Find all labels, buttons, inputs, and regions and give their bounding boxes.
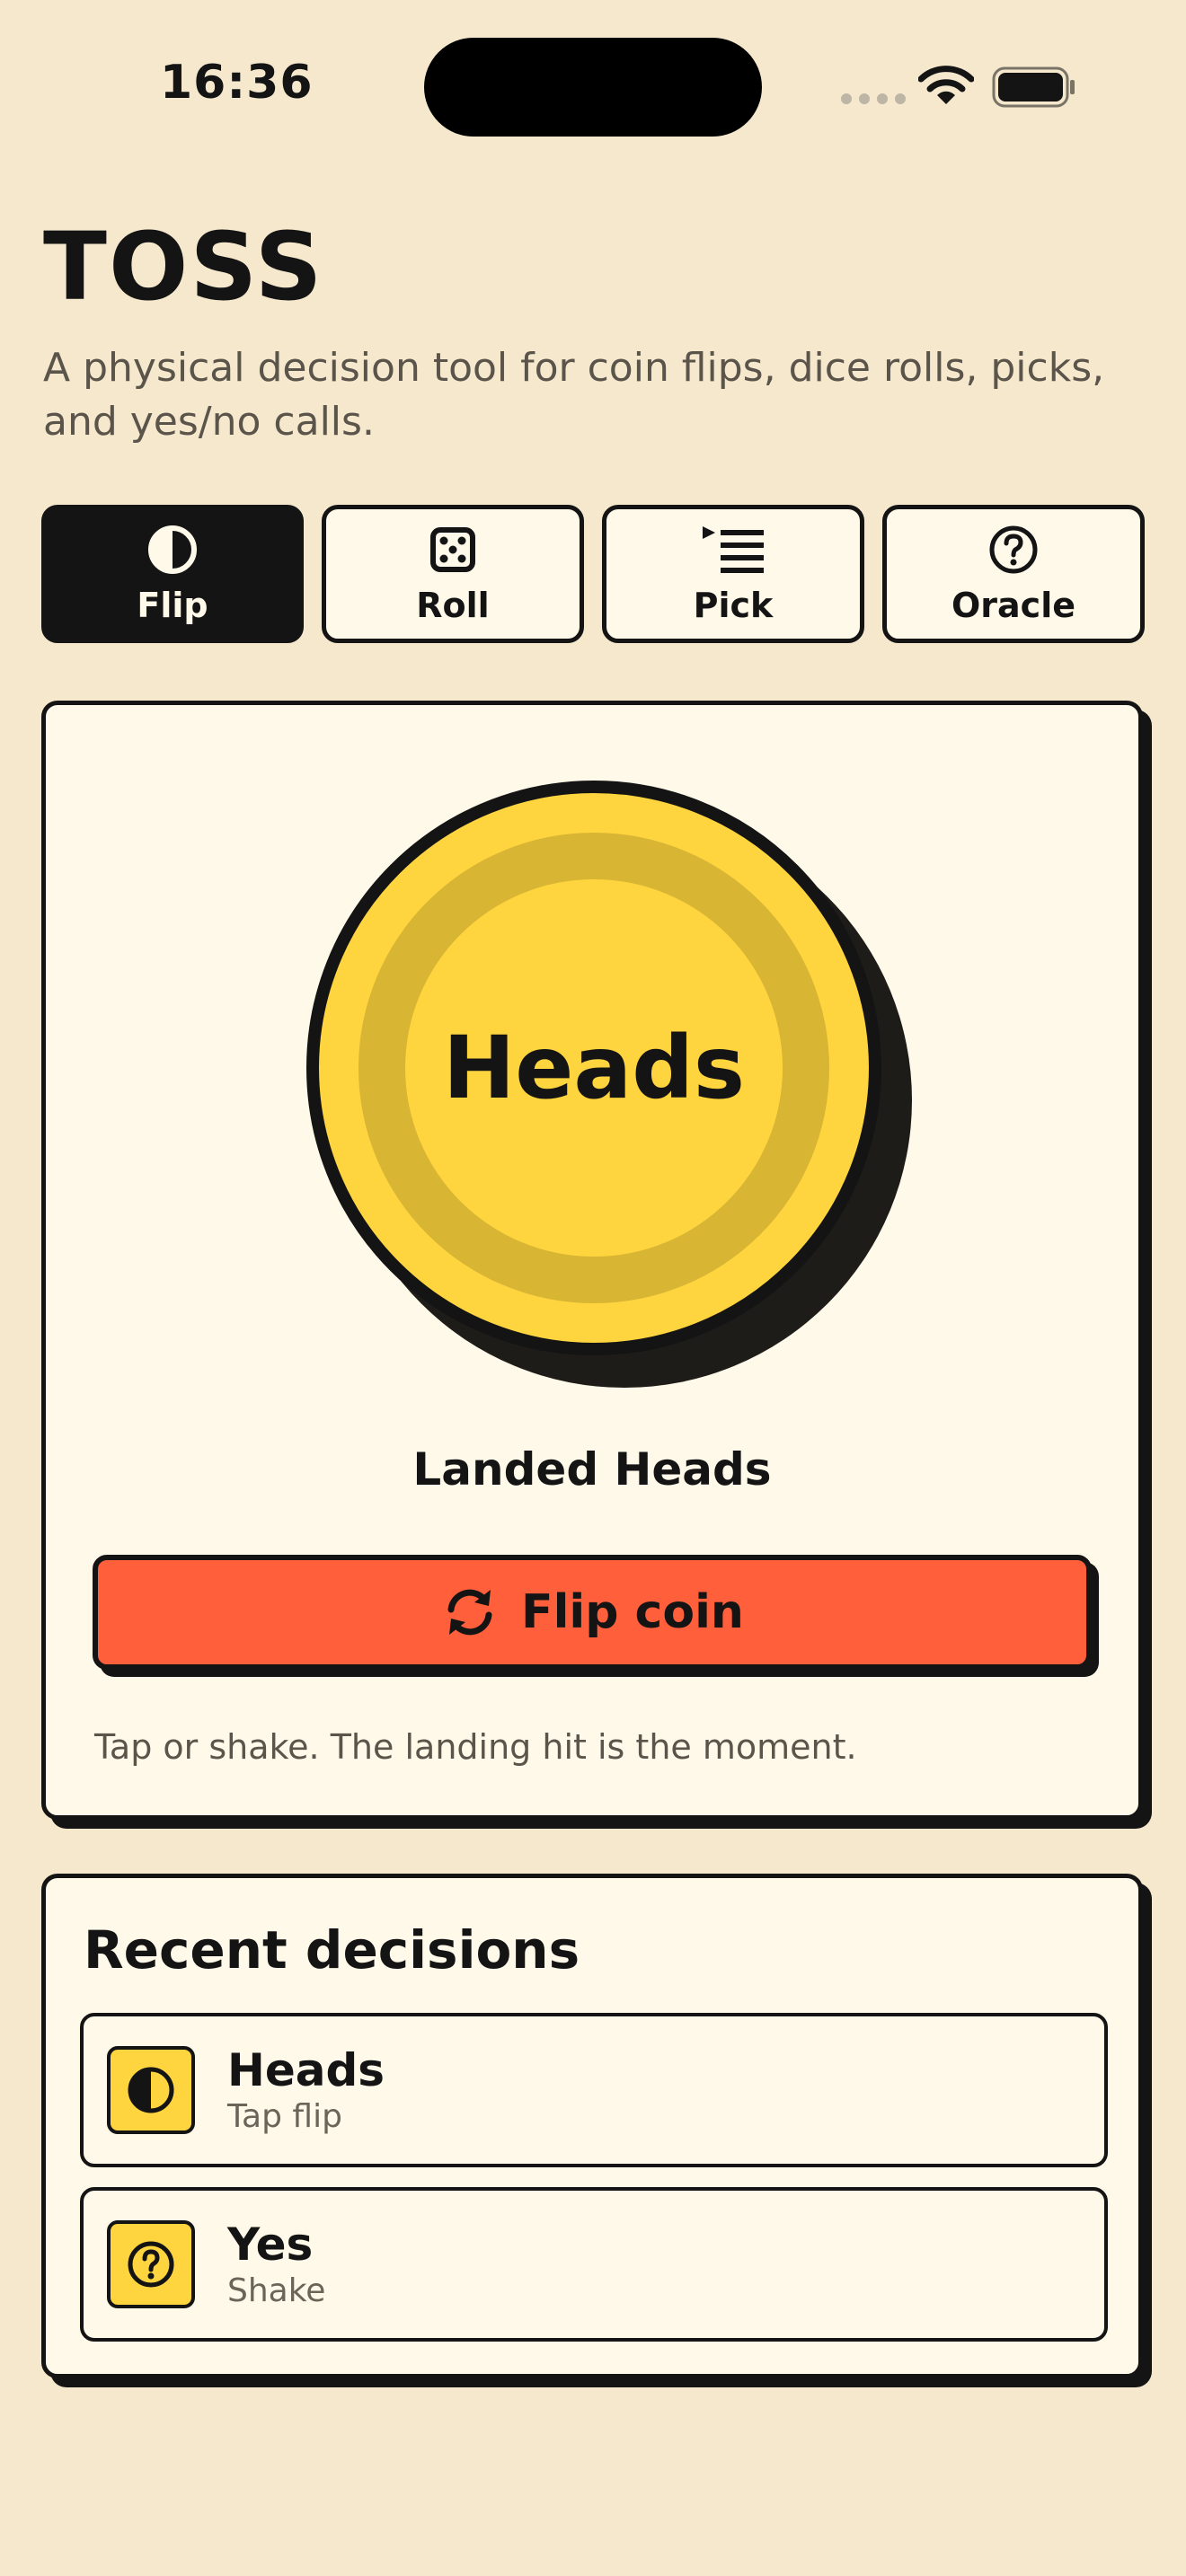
cellular-signal-icon: [841, 93, 906, 104]
coin-body: Heads: [306, 781, 881, 1355]
list-item[interactable]: Yes Shake: [80, 2187, 1108, 2342]
tab-oracle[interactable]: Oracle: [882, 505, 1145, 643]
flip-coin-button[interactable]: Flip coin: [93, 1555, 1092, 1670]
recent-title: Recent decisions: [84, 1919, 580, 1981]
recent-list: Heads Tap flip Yes Shake: [80, 2013, 1108, 2361]
app-subtitle: A physical decision tool for coin flips,…: [43, 345, 1105, 445]
tab-roll[interactable]: Roll: [322, 505, 584, 643]
tab-label: Pick: [693, 586, 774, 625]
coin[interactable]: Heads: [306, 781, 917, 1391]
tab-flip[interactable]: Flip: [41, 505, 304, 643]
hint-text: Tap or shake. The landing hit is the mom…: [94, 1727, 857, 1767]
coin-face: Heads: [405, 879, 783, 1257]
recent-item-sub: Shake: [227, 2272, 326, 2309]
refresh-icon: [447, 1589, 492, 1636]
wifi-icon: [918, 66, 974, 104]
tab-pick[interactable]: Pick: [602, 505, 864, 643]
question-circle-icon: [128, 2241, 174, 2288]
dynamic-island: [424, 38, 762, 137]
app-title: TOSS: [43, 212, 324, 322]
dice-icon: [430, 527, 475, 572]
list-item[interactable]: Heads Tap flip: [80, 2013, 1108, 2167]
mode-tabs: Flip Roll Pick Oracle: [41, 505, 1145, 643]
tab-label: Flip: [137, 586, 208, 625]
half-circle-icon: [148, 525, 197, 574]
flip-coin-label: Flip coin: [521, 1585, 744, 1639]
recent-item-label: Yes: [227, 2219, 314, 2271]
half-circle-icon: [128, 2067, 174, 2113]
battery-icon: [992, 66, 1075, 108]
recent-item-sub: Tap flip: [227, 2098, 342, 2135]
tab-label: Roll: [416, 586, 490, 625]
status-time: 16:36: [160, 56, 314, 110]
list-icon: [703, 526, 764, 573]
tab-label: Oracle: [951, 586, 1075, 625]
result-text: Landed Heads: [412, 1443, 772, 1495]
coin-face-label: Heads: [442, 1018, 746, 1118]
recent-decisions-card: Recent decisions Heads Tap flip Yes Shak…: [41, 1874, 1143, 2378]
question-circle-icon: [989, 525, 1038, 574]
recent-item-label: Heads: [227, 2044, 385, 2096]
flip-card: Heads Landed Heads Flip coin Tap or shak…: [41, 701, 1143, 1820]
